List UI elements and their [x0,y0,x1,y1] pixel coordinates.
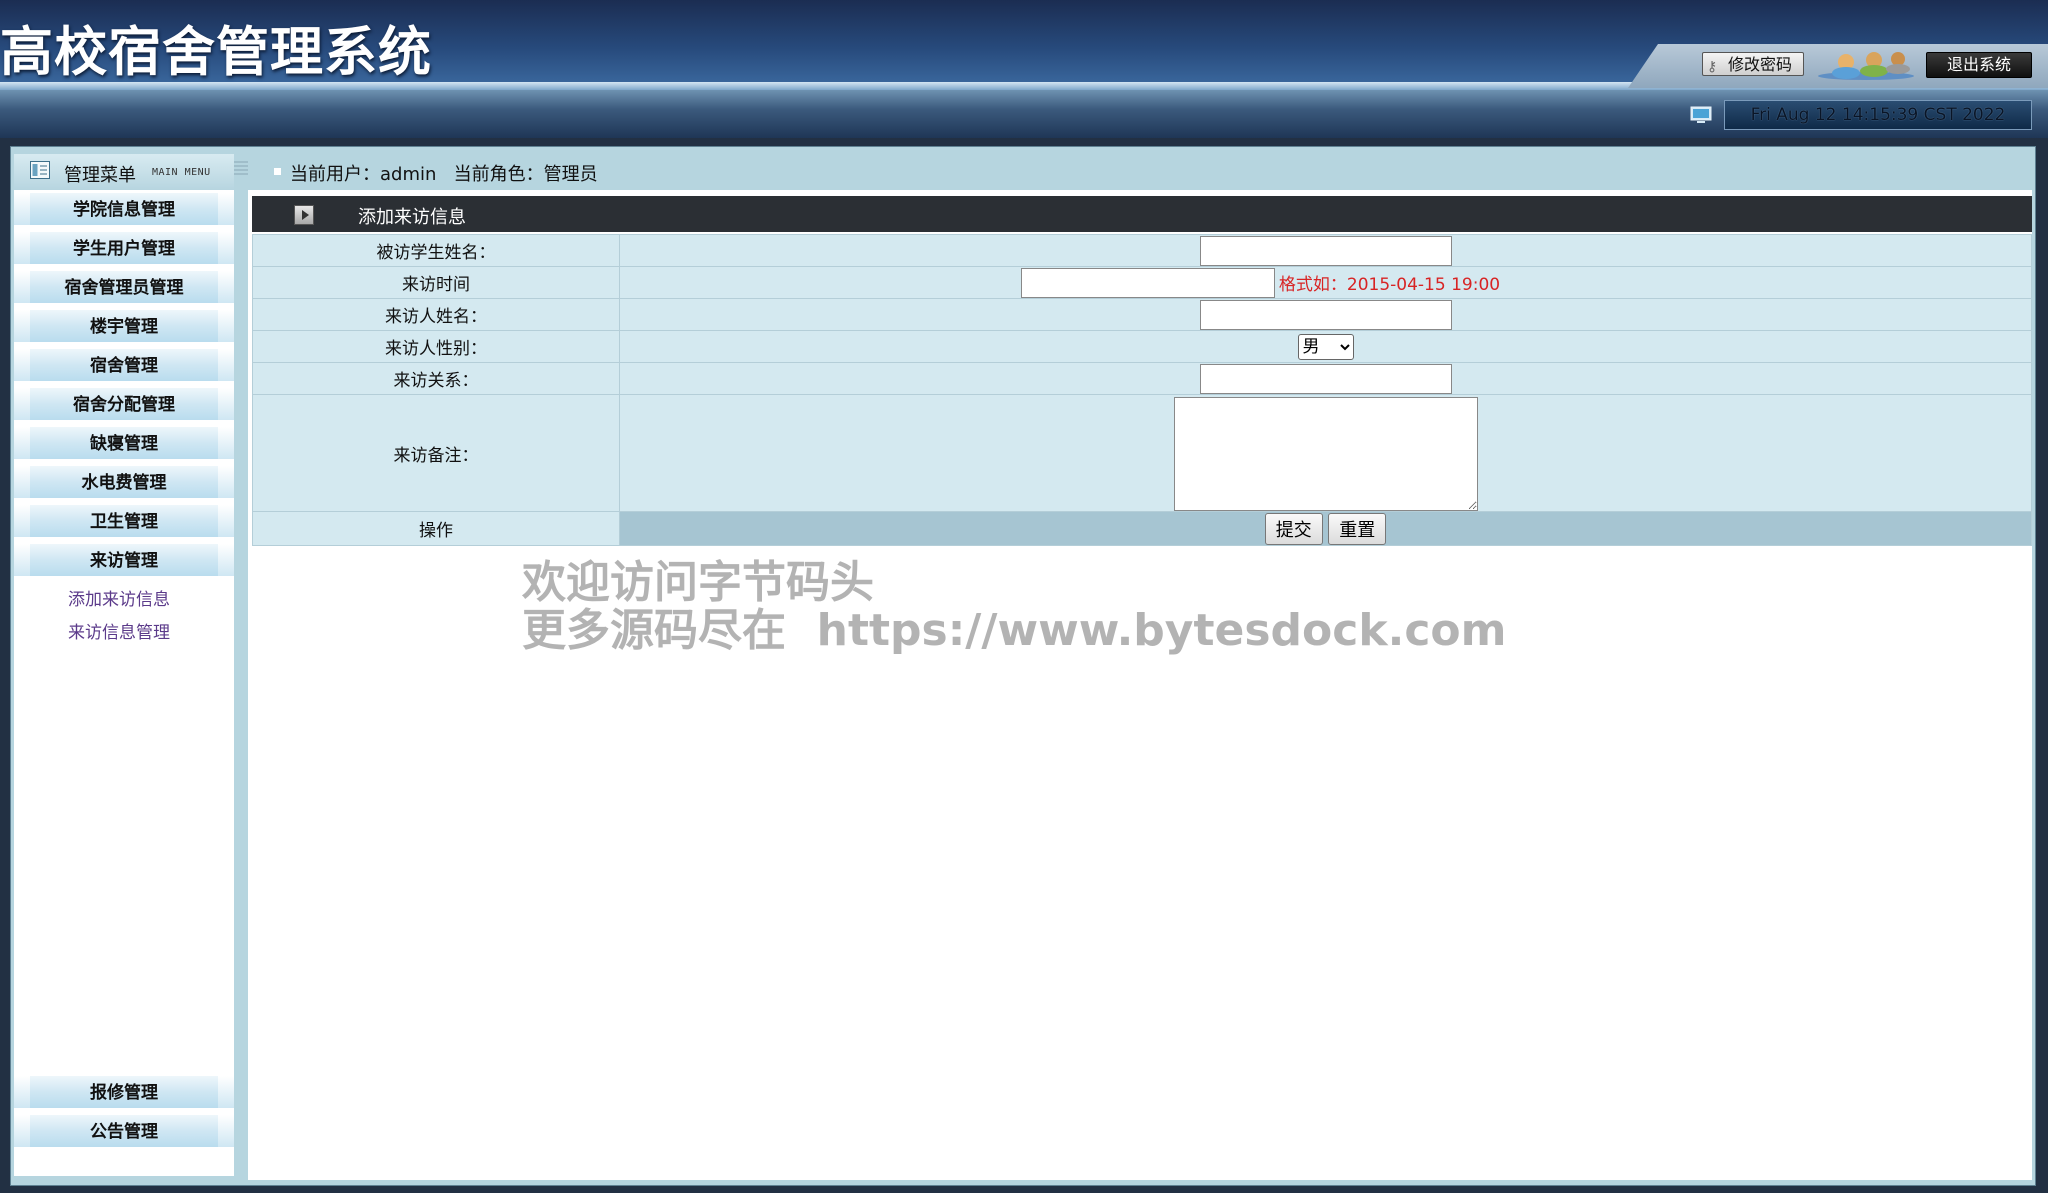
sidebar-item-hygiene[interactable]: 卫生管理 [14,505,234,539]
relation-input[interactable] [1199,363,1452,394]
form-row-note: 来访备注： [252,394,2032,512]
key-icon: ⚷ [1707,59,1718,75]
app-title: 高校宿舍管理系统 [0,22,432,83]
sidebar-item-notices[interactable]: 公告管理 [14,1115,234,1149]
ops-label: 操作 [252,511,620,546]
visitor-sex-select[interactable]: 男 [1297,333,1354,360]
datetime-display: Fri Aug 12 14:15:39 CST 2022 [1724,100,2032,130]
form-row-time: 来访时间 格式如：2015-04-15 19:00 [252,266,2032,299]
form-row-visitor: 来访人姓名： [252,298,2032,331]
form-row-sex: 来访人性别： 男 [252,330,2032,363]
watermark-line-2: 更多源码尽在 https://www.bytesdock.com [522,605,1507,656]
sidebar-item-dorm-allocation[interactable]: 宿舍分配管理 [14,388,234,422]
logout-button[interactable]: 退出系统 [1926,52,2032,78]
sidebar-item-buildings[interactable]: 楼宇管理 [14,310,234,344]
submenu-add-visit[interactable]: 添加来访信息 [68,585,170,610]
visit-time-input[interactable] [1020,267,1275,298]
visitor-sex-label: 来访人性别： [252,330,620,363]
submit-button[interactable]: 提交 [1264,512,1323,545]
visit-time-hint: 格式如：2015-04-15 19:00 [1278,275,1501,295]
users-icon [1818,52,1914,80]
form-header [252,196,2032,232]
visitor-name-label: 来访人姓名： [252,298,620,331]
student-name-input[interactable] [1199,235,1452,266]
submenu-visit-manage[interactable]: 来访信息管理 [68,618,170,643]
sidebar-item-repairs[interactable]: 报修管理 [14,1076,234,1110]
menu-subtitle: MAIN MENU [152,167,211,178]
menu-icon [30,161,50,179]
visit-time-label: 来访时间 [252,266,620,299]
reset-button[interactable]: 重置 [1328,512,1387,545]
note-textarea[interactable] [1173,397,1478,511]
current-user-info: 当前用户：admin 当前角色：管理员 [290,164,598,185]
relation-label: 来访关系： [252,362,620,395]
menu-title: 管理菜单 [64,165,136,186]
sidebar-item-college[interactable]: 学院信息管理 [14,193,234,227]
visitor-name-input[interactable] [1199,299,1452,330]
sidebar-item-dorm-admins[interactable]: 宿舍管理员管理 [14,271,234,305]
sidebar-item-student-users[interactable]: 学生用户管理 [14,232,234,266]
sidebar-item-dorms[interactable]: 宿舍管理 [14,349,234,383]
sidebar-item-visits[interactable]: 来访管理 [14,544,234,578]
bullet-icon [274,168,281,175]
note-label: 来访备注： [252,394,620,512]
menu-collapse-icon[interactable] [234,160,248,176]
change-password-button[interactable]: ⚷ 修改密码 [1702,52,1804,76]
visit-form: 被访学生姓名： 来访时间 格式如：2015-04-15 19:00 来访人姓名：… [252,234,2032,546]
sidebar-item-utilities[interactable]: 水电费管理 [14,466,234,500]
form-row-ops: 操作 提交 重置 [252,511,2032,546]
sidebar-item-absence[interactable]: 缺寝管理 [14,427,234,461]
form-title: 添加来访信息 [358,207,466,228]
form-row-relation: 来访关系： [252,362,2032,395]
student-name-label: 被访学生姓名： [252,234,620,267]
form-row-student: 被访学生姓名： [252,234,2032,267]
monitor-icon [1690,106,1712,123]
play-icon [294,205,314,225]
change-password-label: 修改密码 [1727,55,1792,74]
